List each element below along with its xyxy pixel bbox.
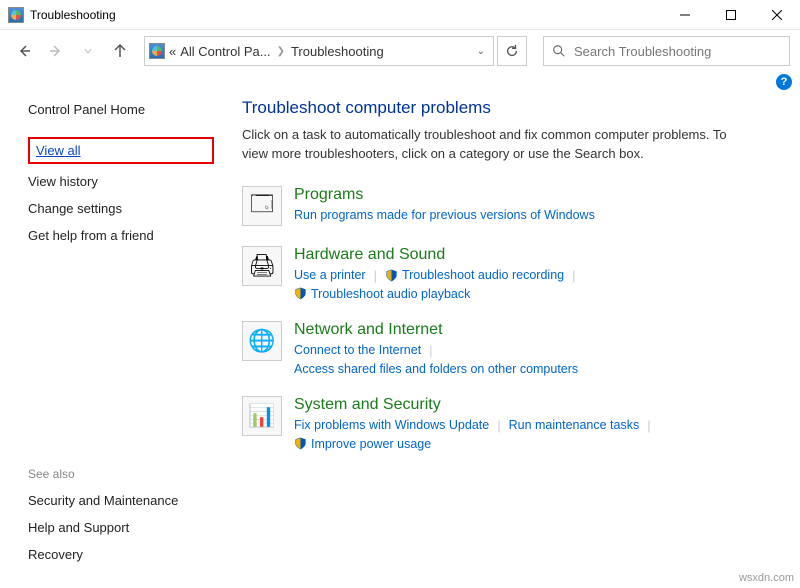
chevron-right-icon[interactable]: ❯ xyxy=(277,46,285,57)
up-button[interactable] xyxy=(106,37,134,65)
breadcrumb-item[interactable]: Troubleshooting xyxy=(291,44,384,59)
window-controls xyxy=(662,0,800,30)
hardware-title[interactable]: Hardware and Sound xyxy=(294,246,780,264)
view-history-link[interactable]: View history xyxy=(28,174,98,189)
maintenance-tasks-link[interactable]: Run maintenance tasks xyxy=(509,418,640,432)
help-icon[interactable]: ? xyxy=(776,74,792,90)
search-icon xyxy=(552,44,566,58)
help-row: ? xyxy=(0,72,800,90)
close-button[interactable] xyxy=(754,0,800,30)
highlight-box: View all xyxy=(28,137,214,164)
help-support-link[interactable]: Help and Support xyxy=(28,520,129,535)
windows-update-link[interactable]: Fix problems with Windows Update xyxy=(294,418,489,432)
chevron-down-icon[interactable]: ⌄ xyxy=(473,46,489,57)
content-body: Control Panel Home View all View history… xyxy=(0,90,800,586)
sidebar: Control Panel Home View all View history… xyxy=(0,90,230,586)
toolbar: « All Control Pa... ❯ Troubleshooting ⌄ … xyxy=(0,30,800,72)
refresh-button[interactable] xyxy=(497,36,527,66)
breadcrumb-item[interactable]: All Control Pa... xyxy=(180,44,270,59)
system-title[interactable]: System and Security xyxy=(294,396,780,414)
audio-recording-link[interactable]: Troubleshoot audio recording xyxy=(385,268,564,282)
shield-icon xyxy=(294,437,307,450)
network-title[interactable]: Network and Internet xyxy=(294,321,780,339)
main-panel: Troubleshoot computer problems Click on … xyxy=(230,90,800,586)
category-network: 🌐 Network and Internet Connect to the In… xyxy=(242,321,780,376)
control-panel-home-link[interactable]: Control Panel Home xyxy=(28,102,214,117)
category-system: 📊 System and Security Fix problems with … xyxy=(242,396,780,451)
app-icon xyxy=(8,7,24,23)
titlebar: Troubleshooting xyxy=(0,0,800,30)
shield-icon xyxy=(294,287,307,300)
see-also-label: See also xyxy=(28,467,214,481)
page-description: Click on a task to automatically trouble… xyxy=(242,126,742,164)
security-maintenance-link[interactable]: Security and Maintenance xyxy=(28,493,178,508)
maximize-button[interactable] xyxy=(708,0,754,30)
search-input[interactable]: Search Troubleshooting xyxy=(543,36,790,66)
see-also-block: See also Security and Maintenance Help a… xyxy=(28,467,214,574)
shield-icon xyxy=(385,269,398,282)
connect-internet-link[interactable]: Connect to the Internet xyxy=(294,343,421,357)
address-bar[interactable]: « All Control Pa... ❯ Troubleshooting ⌄ xyxy=(144,36,494,66)
recovery-link[interactable]: Recovery xyxy=(28,547,83,562)
recent-dropdown[interactable] xyxy=(74,37,102,65)
hardware-icon: 🖨 xyxy=(242,246,282,286)
change-settings-link[interactable]: Change settings xyxy=(28,201,122,216)
programs-title[interactable]: Programs xyxy=(294,186,780,204)
network-icon: 🌐 xyxy=(242,321,282,361)
separator: | xyxy=(429,343,432,358)
separator: | xyxy=(497,418,500,433)
category-hardware: 🖨 Hardware and Sound Use a printer | Tro… xyxy=(242,246,780,301)
page-title: Troubleshoot computer problems xyxy=(242,98,780,118)
breadcrumb-prefix: « xyxy=(169,44,176,59)
access-shared-files-link[interactable]: Access shared files and folders on other… xyxy=(294,362,578,376)
use-printer-link[interactable]: Use a printer xyxy=(294,268,366,282)
view-all-link[interactable]: View all xyxy=(36,143,81,158)
minimize-button[interactable] xyxy=(662,0,708,30)
search-placeholder: Search Troubleshooting xyxy=(574,44,711,59)
programs-icon: 🗔 xyxy=(242,186,282,226)
location-icon xyxy=(149,43,165,59)
separator: | xyxy=(374,268,377,283)
improve-power-usage-link[interactable]: Improve power usage xyxy=(294,437,431,451)
run-programs-compat-link[interactable]: Run programs made for previous versions … xyxy=(294,208,595,222)
watermark: wsxdn.com xyxy=(739,572,794,584)
get-help-from-friend-link[interactable]: Get help from a friend xyxy=(28,228,154,243)
window-title: Troubleshooting xyxy=(30,8,662,22)
separator: | xyxy=(647,418,650,433)
audio-playback-link[interactable]: Troubleshoot audio playback xyxy=(294,287,470,301)
category-programs: 🗔 Programs Run programs made for previou… xyxy=(242,186,780,226)
system-icon: 📊 xyxy=(242,396,282,436)
forward-button[interactable] xyxy=(42,37,70,65)
back-button[interactable] xyxy=(10,37,38,65)
separator: | xyxy=(572,268,575,283)
